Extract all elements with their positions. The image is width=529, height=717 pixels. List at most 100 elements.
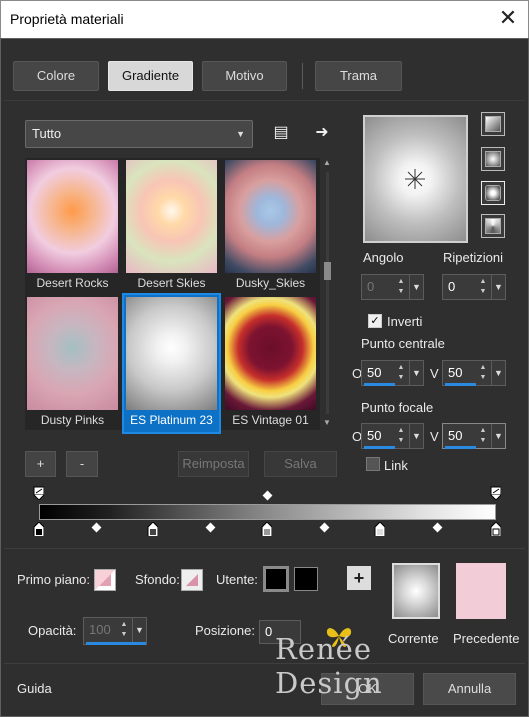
opacity-midpoint-marker[interactable] (262, 490, 273, 501)
chevron-down-icon[interactable]: ▼ (409, 424, 423, 448)
remove-button[interactable]: - (66, 451, 98, 477)
color-stop-marker[interactable] (147, 522, 158, 536)
opacity-stop-marker[interactable] (33, 486, 44, 500)
stepper-arrows-icon[interactable]: ▲ ▼ (396, 363, 406, 383)
scroll-down-icon[interactable]: ▼ (323, 418, 331, 427)
color-stop-marker[interactable] (490, 522, 501, 536)
invert-checkbox[interactable]: ✓ (368, 314, 382, 328)
linear-style-icon[interactable] (481, 112, 505, 136)
opacity-stepper[interactable]: 100 ▲ ▼ ▼ (83, 617, 147, 645)
tab-trama[interactable]: Trama (315, 61, 402, 91)
position-label: Posizione: (195, 623, 255, 638)
radial-style-icon[interactable] (481, 181, 505, 205)
gradient-name: ES Platinum 23 (130, 413, 213, 427)
chevron-down-icon[interactable]: ▼ (409, 361, 423, 385)
color-midpoint-marker[interactable] (432, 522, 443, 533)
stepper-arrows-icon[interactable]: ▲ ▼ (478, 426, 488, 446)
gradient-item[interactable]: Desert Skies (124, 158, 219, 295)
angle-stepper[interactable]: 0 ▲ ▼ ▼ (361, 274, 424, 300)
color-midpoint-marker[interactable] (205, 522, 216, 533)
stepper-arrows-icon[interactable]: ▲ ▼ (119, 620, 129, 640)
focal-v-stepper[interactable]: 50 ▲ ▼ ▼ (442, 423, 506, 449)
focal-v-label: V (430, 429, 439, 444)
gallery-scrollbar[interactable]: ▲ ▼ (322, 158, 333, 430)
previous-swatch[interactable] (456, 563, 506, 619)
help-link[interactable]: Guida (17, 681, 52, 696)
focal-point-label: Punto focale (361, 400, 434, 415)
foreground-label: Primo piano: (17, 572, 90, 587)
add-button[interactable]: + (25, 451, 56, 477)
watermark-text: Renée Design (275, 632, 383, 700)
center-o-value: 50 (367, 365, 382, 380)
opacity-label: Opacità: (28, 623, 77, 638)
focal-v-value: 50 (448, 428, 463, 443)
gradient-thumbnail (126, 160, 217, 273)
color-stop-marker[interactable] (33, 522, 44, 536)
gradient-item-selected[interactable]: ES Platinum 23 (122, 293, 221, 434)
category-select[interactable]: Tutto ▼ (25, 120, 253, 148)
gradient-thumbnail (225, 297, 316, 410)
user-swatch-1[interactable] (263, 566, 289, 592)
library-icon[interactable]: ▤ (271, 122, 291, 142)
gradient-bar[interactable] (39, 504, 496, 520)
gradient-name: Desert Skies (137, 276, 206, 290)
repeats-stepper[interactable]: 0 ▲ ▼ ▼ (442, 274, 506, 300)
gradient-swatch-icon (99, 574, 111, 586)
center-v-label: V (430, 366, 439, 381)
color-midpoint-marker[interactable] (319, 522, 330, 533)
angle-value: 0 (367, 279, 375, 294)
gradient-item[interactable]: Desert Rocks (25, 158, 120, 295)
sunburst-style-icon[interactable] (481, 214, 505, 238)
rectangular-style-icon[interactable] (481, 147, 505, 171)
value-bar (445, 446, 476, 449)
user-label: Utente: (216, 572, 258, 587)
opacity-value: 100 (89, 622, 111, 637)
save-button[interactable]: Salva (264, 451, 337, 477)
focal-o-stepper[interactable]: 50 ▲ ▼ ▼ (361, 423, 424, 449)
color-midpoint-marker[interactable] (91, 522, 102, 533)
color-stop-marker[interactable] (261, 522, 272, 536)
opacity-stop-marker[interactable] (490, 486, 501, 500)
gradient-preview[interactable] (363, 115, 468, 243)
scroll-track[interactable] (326, 172, 329, 414)
scroll-up-icon[interactable]: ▲ (323, 158, 331, 167)
chevron-down-icon[interactable]: ▼ (409, 275, 423, 299)
current-swatch[interactable] (392, 563, 440, 619)
center-o-stepper[interactable]: 50 ▲ ▼ ▼ (361, 360, 424, 386)
background-swatch[interactable] (181, 569, 203, 591)
gradient-item[interactable]: ES Vintage 01 (223, 295, 318, 432)
gradient-swatch-icon (186, 574, 198, 586)
color-stop-marker[interactable] (374, 522, 385, 536)
link-checkbox[interactable] (366, 457, 380, 471)
chevron-down-icon[interactable]: ▼ (491, 361, 505, 385)
value-bar (86, 642, 146, 645)
reset-button[interactable]: Reimposta (178, 451, 249, 477)
user-swatch-2[interactable] (294, 567, 318, 591)
add-swatch-button[interactable]: + (347, 566, 371, 590)
tab-colore[interactable]: Colore (13, 61, 99, 91)
gradient-name: Desert Rocks (36, 276, 109, 290)
background-label: Sfondo: (135, 572, 180, 587)
stepper-arrows-icon[interactable]: ▲ ▼ (478, 277, 488, 297)
stepper-arrows-icon[interactable]: ▲ ▼ (478, 363, 488, 383)
focal-o-value: 50 (367, 428, 382, 443)
chevron-down-icon[interactable]: ▼ (132, 618, 146, 642)
tab-gradiente[interactable]: Gradiente (108, 61, 193, 91)
foreground-swatch[interactable] (94, 569, 116, 591)
scroll-thumb[interactable] (324, 262, 331, 280)
divider (4, 100, 525, 101)
stepper-arrows-icon[interactable]: ▲ ▼ (396, 426, 406, 446)
gradient-item[interactable]: Dusty Pinks (25, 295, 120, 432)
arrow-right-icon[interactable]: ➜ (312, 122, 332, 142)
angle-label: Angolo (363, 250, 404, 265)
gradient-name: Dusty Pinks (40, 413, 105, 427)
tab-motivo[interactable]: Motivo (202, 61, 287, 91)
chevron-down-icon[interactable]: ▼ (491, 424, 505, 448)
center-crosshair-icon[interactable] (403, 167, 427, 191)
stepper-arrows-icon[interactable]: ▲ ▼ (396, 277, 406, 297)
gradient-item[interactable]: Dusky_Skies (223, 158, 318, 295)
close-button[interactable]: ✕ (494, 6, 522, 32)
chevron-down-icon[interactable]: ▼ (491, 275, 505, 299)
center-point-label: Punto centrale (361, 336, 445, 351)
center-v-stepper[interactable]: 50 ▲ ▼ ▼ (442, 360, 506, 386)
